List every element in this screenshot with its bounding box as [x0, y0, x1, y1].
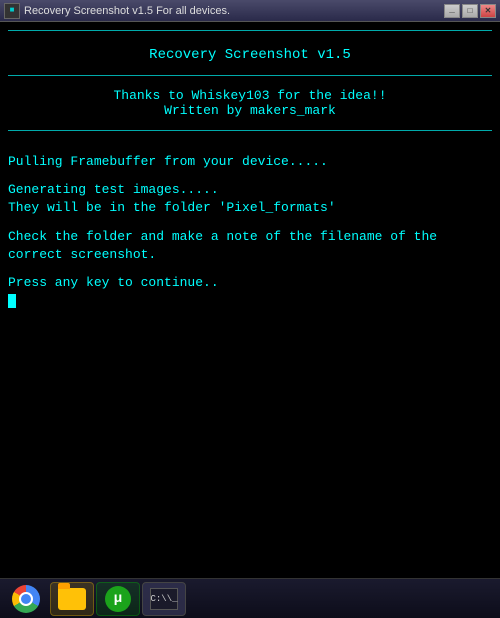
separator-bot [8, 130, 492, 131]
output-area: Pulling Framebuffer from your device....… [8, 135, 492, 574]
blank-line-2 [8, 171, 492, 181]
minimize-button[interactable]: _ [444, 4, 460, 18]
separator-mid [8, 75, 492, 76]
blank-line-4 [8, 264, 492, 274]
torrent-icon: μ [105, 586, 131, 612]
output-line-folder: They will be in the folder 'Pixel_format… [8, 199, 492, 217]
taskbar: μ C:\\_ [0, 578, 500, 618]
output-line-framebuffer: Pulling Framebuffer from your device....… [8, 153, 492, 171]
title-bar-left: ■ Recovery Screenshot v1.5 For all devic… [4, 3, 230, 19]
chrome-icon [12, 585, 40, 613]
terminal: Recovery Screenshot v1.5 Thanks to Whisk… [0, 22, 500, 578]
terminal-cursor [8, 294, 16, 308]
output-line-generating: Generating test images..... [8, 181, 492, 199]
app-icon-symbol: ■ [10, 6, 15, 15]
output-line-check1: Check the folder and make a note of the … [8, 228, 492, 246]
main-title: Recovery Screenshot v1.5 [8, 47, 492, 63]
output-line-check2: correct screenshot. [8, 246, 492, 264]
taskbar-chrome-button[interactable] [4, 582, 48, 616]
taskbar-cmd-button[interactable]: C:\\_ [142, 582, 186, 616]
taskbar-torrent-button[interactable]: μ [96, 582, 140, 616]
maximize-button[interactable]: □ [462, 4, 478, 18]
output-line-press: Press any key to continue.. [8, 274, 492, 292]
thanks-section: Thanks to Whiskey103 for the idea!! Writ… [8, 80, 492, 126]
title-section: Recovery Screenshot v1.5 [8, 35, 492, 71]
window-controls[interactable]: _ □ ✕ [444, 4, 496, 18]
window-title: Recovery Screenshot v1.5 For all devices… [24, 5, 230, 17]
close-button[interactable]: ✕ [480, 4, 496, 18]
output-line-cursor [8, 292, 492, 310]
cmd-icon: C:\\_ [150, 588, 178, 610]
blank-line-3 [8, 218, 492, 228]
taskbar-folder-button[interactable] [50, 582, 94, 616]
thanks-line1: Thanks to Whiskey103 for the idea!! [8, 88, 492, 103]
separator-top [8, 30, 492, 31]
title-bar: ■ Recovery Screenshot v1.5 For all devic… [0, 0, 500, 22]
folder-icon [58, 588, 86, 610]
app-icon: ■ [4, 3, 20, 19]
blank-line-1 [8, 143, 492, 153]
thanks-line2: Written by makers_mark [8, 103, 492, 118]
